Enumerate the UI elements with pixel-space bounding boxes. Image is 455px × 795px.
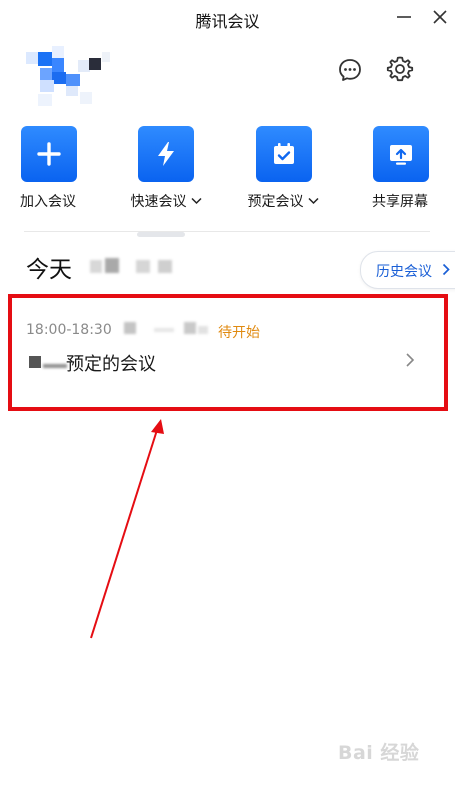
settings-button[interactable] — [385, 54, 415, 84]
today-heading: 今天 — [26, 257, 72, 283]
window-title: 腾讯会议 — [195, 12, 260, 31]
redacted-date — [90, 260, 102, 273]
history-meetings-button[interactable]: 历史会议 — [360, 251, 455, 289]
share-screen-tile — [373, 126, 429, 182]
plus-icon — [37, 142, 61, 166]
avatar[interactable] — [26, 38, 110, 108]
calendar-check-icon — [274, 143, 294, 164]
section-divider — [24, 231, 430, 232]
chevron-down-icon[interactable] — [307, 197, 319, 205]
chevron-right-icon — [442, 263, 450, 276]
redacted-date-3 — [136, 260, 150, 273]
quick-actions: 加入会议 快速会议 预定会议 共享屏幕 — [0, 126, 455, 221]
title-bar: 腾讯会议 — [0, 0, 455, 36]
gear-icon — [386, 56, 414, 82]
scroll-handle[interactable] — [137, 232, 185, 237]
schedule-meeting-tile — [256, 126, 312, 182]
minimize-icon — [397, 16, 411, 18]
screen-share-icon — [390, 145, 412, 165]
message-button[interactable] — [335, 55, 365, 85]
message-icon — [339, 59, 361, 81]
close-button[interactable] — [429, 6, 451, 28]
quick-meeting-button[interactable]: 快速会议 — [111, 126, 221, 216]
share-screen-label: 共享屏幕 — [372, 194, 428, 210]
quick-meeting-label: 快速会议 — [111, 191, 221, 211]
join-meeting-tile — [21, 126, 77, 182]
minimize-button[interactable] — [393, 6, 415, 28]
watermark: Bai 经验 — [338, 742, 420, 764]
lightning-icon — [158, 142, 174, 166]
redacted-date-2 — [105, 258, 119, 273]
join-meeting-label: 加入会议 — [20, 194, 76, 210]
history-meetings-label: 历史会议 — [376, 264, 432, 280]
app-window: 腾讯会议 加入会议 快速会议 预定会议 共享屏幕 今天 历史会议 18:00-1… — [0, 0, 455, 795]
highlight-box — [8, 294, 448, 411]
close-icon — [433, 10, 447, 24]
schedule-meeting-label: 预定会议 — [228, 191, 338, 211]
share-screen-button[interactable]: 共享屏幕 — [345, 126, 455, 216]
quick-meeting-tile — [138, 126, 194, 182]
chevron-down-icon[interactable] — [190, 197, 202, 205]
join-meeting-button[interactable]: 加入会议 — [0, 126, 103, 216]
schedule-meeting-button[interactable]: 预定会议 — [228, 126, 338, 216]
redacted-date-4 — [158, 260, 172, 273]
